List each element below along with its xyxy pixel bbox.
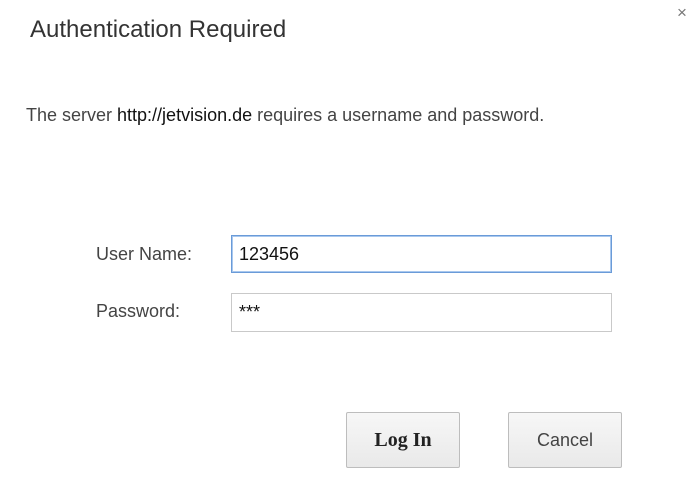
dialog-title: Authentication Required	[30, 16, 287, 43]
username-field[interactable]	[231, 235, 612, 273]
password-field[interactable]	[231, 293, 612, 332]
message-prefix: The server	[26, 105, 118, 125]
close-icon[interactable]: ×	[674, 4, 690, 22]
dialog-message: The server http://jetvision.de requires …	[26, 101, 626, 130]
message-suffix: requires a username and password.	[252, 105, 545, 125]
server-url: http://jetvision.de	[117, 105, 253, 125]
log-in-button[interactable]: Log In	[346, 412, 460, 468]
cancel-button[interactable]: Cancel	[508, 412, 622, 468]
authentication-dialog: Authentication Required × The server htt…	[0, 0, 692, 479]
username-label: User Name:	[96, 244, 193, 264]
password-label: Password:	[96, 301, 181, 321]
